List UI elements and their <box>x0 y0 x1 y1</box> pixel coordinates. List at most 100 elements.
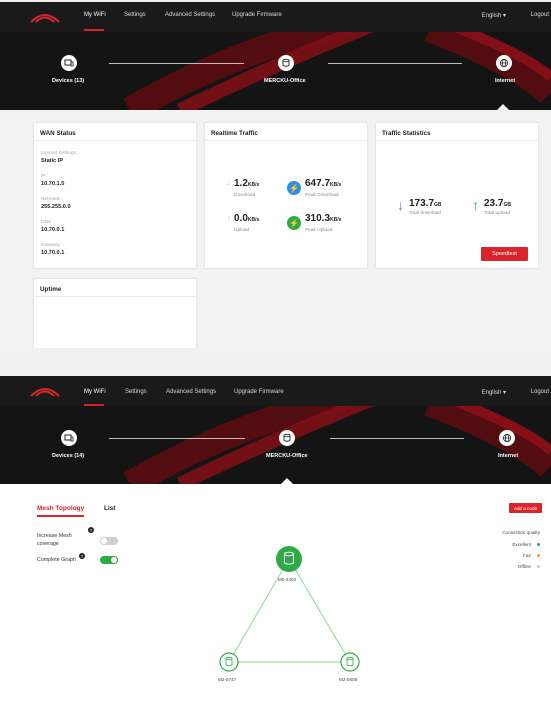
peak-upload-rate: 310.3KB/s <box>305 213 341 224</box>
total-upload-arrow-icon: ↑ <box>472 197 479 213</box>
total-download-unit: GB <box>434 202 442 208</box>
peak-upload-value: 310.3 <box>305 213 331 224</box>
dns-value: 10.70.0.1 <box>41 227 65 233</box>
total-upload-unit: GB <box>503 202 511 208</box>
topology-banner: Devices (13) MERCKU-Office Internet <box>0 32 551 110</box>
peak-download-label: Peak Download <box>305 193 339 198</box>
internet-label: Internet <box>495 78 516 84</box>
upload-rate: 0.0KB/s <box>234 213 259 224</box>
traffic-statistics-title: Traffic Statistics <box>382 130 431 137</box>
card-divider <box>34 296 196 297</box>
mesh-node-top-label: M0-3402 <box>278 577 297 582</box>
devices-node[interactable] <box>61 55 77 71</box>
upload-label: Upload <box>234 228 250 233</box>
screenshot-mesh-topology: My WiFi Settings Advanced Settings Upgra… <box>0 376 551 723</box>
topology-banner: Devices (14) MERCKU-Office Internet <box>0 406 551 484</box>
devices-node[interactable] <box>61 430 77 446</box>
download-arrow-icon: ↓ <box>227 181 230 187</box>
peak-upload-unit: KB/s <box>330 217 342 223</box>
logout-link[interactable]: Logout <box>531 12 549 18</box>
internet-label: Internet <box>498 453 519 459</box>
nav-advanced-settings[interactable]: Advanced Settings <box>165 12 215 18</box>
mercku-logo <box>30 388 60 397</box>
internet-node[interactable] <box>499 430 515 446</box>
peak-download-value: 647.7 <box>305 178 331 189</box>
mesh-node-right-label: M2-0608 <box>339 677 358 682</box>
nav-upgrade-firmware[interactable]: Upgrade Firmware <box>232 12 282 18</box>
realtime-traffic-title: Realtime Traffic <box>211 130 258 137</box>
screenshot-wan-overview: My WiFi Settings Advanced Settings Upgra… <box>0 2 551 348</box>
mesh-node-left-label: M2-0747 <box>218 677 237 682</box>
total-upload-value: 23.7 <box>484 198 504 209</box>
upload-rate-unit: KB/s <box>247 217 260 223</box>
card-divider <box>205 140 367 141</box>
router-icon <box>282 58 290 67</box>
nav-settings[interactable]: Settings <box>124 12 146 18</box>
chevron-down-icon: ▾ <box>502 13 506 19</box>
nav-advanced-settings[interactable]: Advanced Settings <box>166 389 216 395</box>
upload-arrow-icon: ↑ <box>227 216 230 222</box>
speedtest-button[interactable]: Speedtest <box>481 247 528 261</box>
total-download: 173.7GB <box>409 198 442 209</box>
language-label: English <box>481 13 502 19</box>
chevron-down-icon: ▾ <box>502 390 506 396</box>
realtime-traffic-card: Realtime Traffic ↓ 1.2KB/s Download ↑ 0.… <box>204 122 368 269</box>
netmask-label: Netmask : <box>41 197 63 202</box>
download-rate-value: 1.2 <box>234 178 248 189</box>
peak-download-unit: KB/s <box>330 182 342 188</box>
wan-status-title: WAN Status <box>40 130 76 137</box>
router-name-label: MERCKU-Office <box>264 78 306 84</box>
total-download-value: 173.7 <box>409 198 435 209</box>
devices-count-label: Devices (13) <box>52 78 85 84</box>
card-divider <box>376 140 538 141</box>
logout-link[interactable]: Logout <box>531 389 549 395</box>
nav-active-indicator <box>84 404 104 406</box>
link-line-devices <box>109 438 245 439</box>
selected-pointer <box>497 104 509 110</box>
banner-decoration <box>123 32 551 110</box>
mesh-link-top-right <box>288 558 351 663</box>
language-select[interactable]: English ▾ <box>482 389 506 396</box>
nav-upgrade-firmware[interactable]: Upgrade Firmware <box>234 389 284 395</box>
mesh-node-right[interactable] <box>340 652 360 672</box>
gateway-label: Gateway : <box>41 243 63 248</box>
ip-label: IP : <box>41 174 49 179</box>
peak-upload-bolt-icon: ⚡ <box>287 216 301 230</box>
top-nav: My WiFi Settings Advanced Settings Upgra… <box>0 376 551 406</box>
total-upload-label: Total upload <box>484 211 510 216</box>
mercku-logo <box>30 14 60 23</box>
link-line-internet <box>328 63 462 64</box>
total-download-arrow-icon: ↓ <box>397 197 404 213</box>
mesh-node-top[interactable] <box>276 546 302 572</box>
peak-upload-label: Peak Upload <box>305 228 333 233</box>
mesh-graph <box>219 546 360 672</box>
devices-icon <box>64 59 74 67</box>
peak-download-bolt-icon: ⚡ <box>287 181 301 195</box>
mesh-node-left[interactable] <box>219 652 239 672</box>
router-name-label: MERCKU-Office <box>266 453 308 459</box>
mesh-topology-panel: Mesh Topology List Add a node Increase M… <box>0 484 551 723</box>
link-line-internet <box>330 438 464 439</box>
traffic-statistics-card: Traffic Statistics ↓ 173.7GB Total downl… <box>375 122 539 269</box>
upload-rate-value: 0.0 <box>234 213 248 224</box>
router-node[interactable] <box>279 430 295 446</box>
internet-node[interactable] <box>496 55 512 71</box>
globe-icon <box>503 434 511 442</box>
internet-settings-label: Internet Settings : <box>41 151 79 156</box>
router-node[interactable] <box>278 55 294 71</box>
uptime-title: Uptime <box>40 286 62 293</box>
nav-my-wifi[interactable]: My WiFi <box>84 389 106 395</box>
nav-my-wifi[interactable]: My WiFi <box>84 12 106 18</box>
language-select[interactable]: English ▾ <box>482 12 506 19</box>
ip-value: 10.70.1.5 <box>41 181 65 187</box>
nav-settings[interactable]: Settings <box>125 389 147 395</box>
router-icon <box>283 433 291 442</box>
wan-status-card: WAN Status Internet Settings : Static IP… <box>33 122 197 269</box>
mesh-link-top-left <box>228 558 290 663</box>
globe-icon <box>500 59 508 67</box>
internet-settings-value: Static IP <box>41 158 64 164</box>
uptime-card: Uptime <box>33 278 197 348</box>
devices-count-label: Devices (14) <box>52 453 85 459</box>
link-line-devices <box>109 63 244 64</box>
gateway-value: 10.70.0.1 <box>41 250 65 256</box>
